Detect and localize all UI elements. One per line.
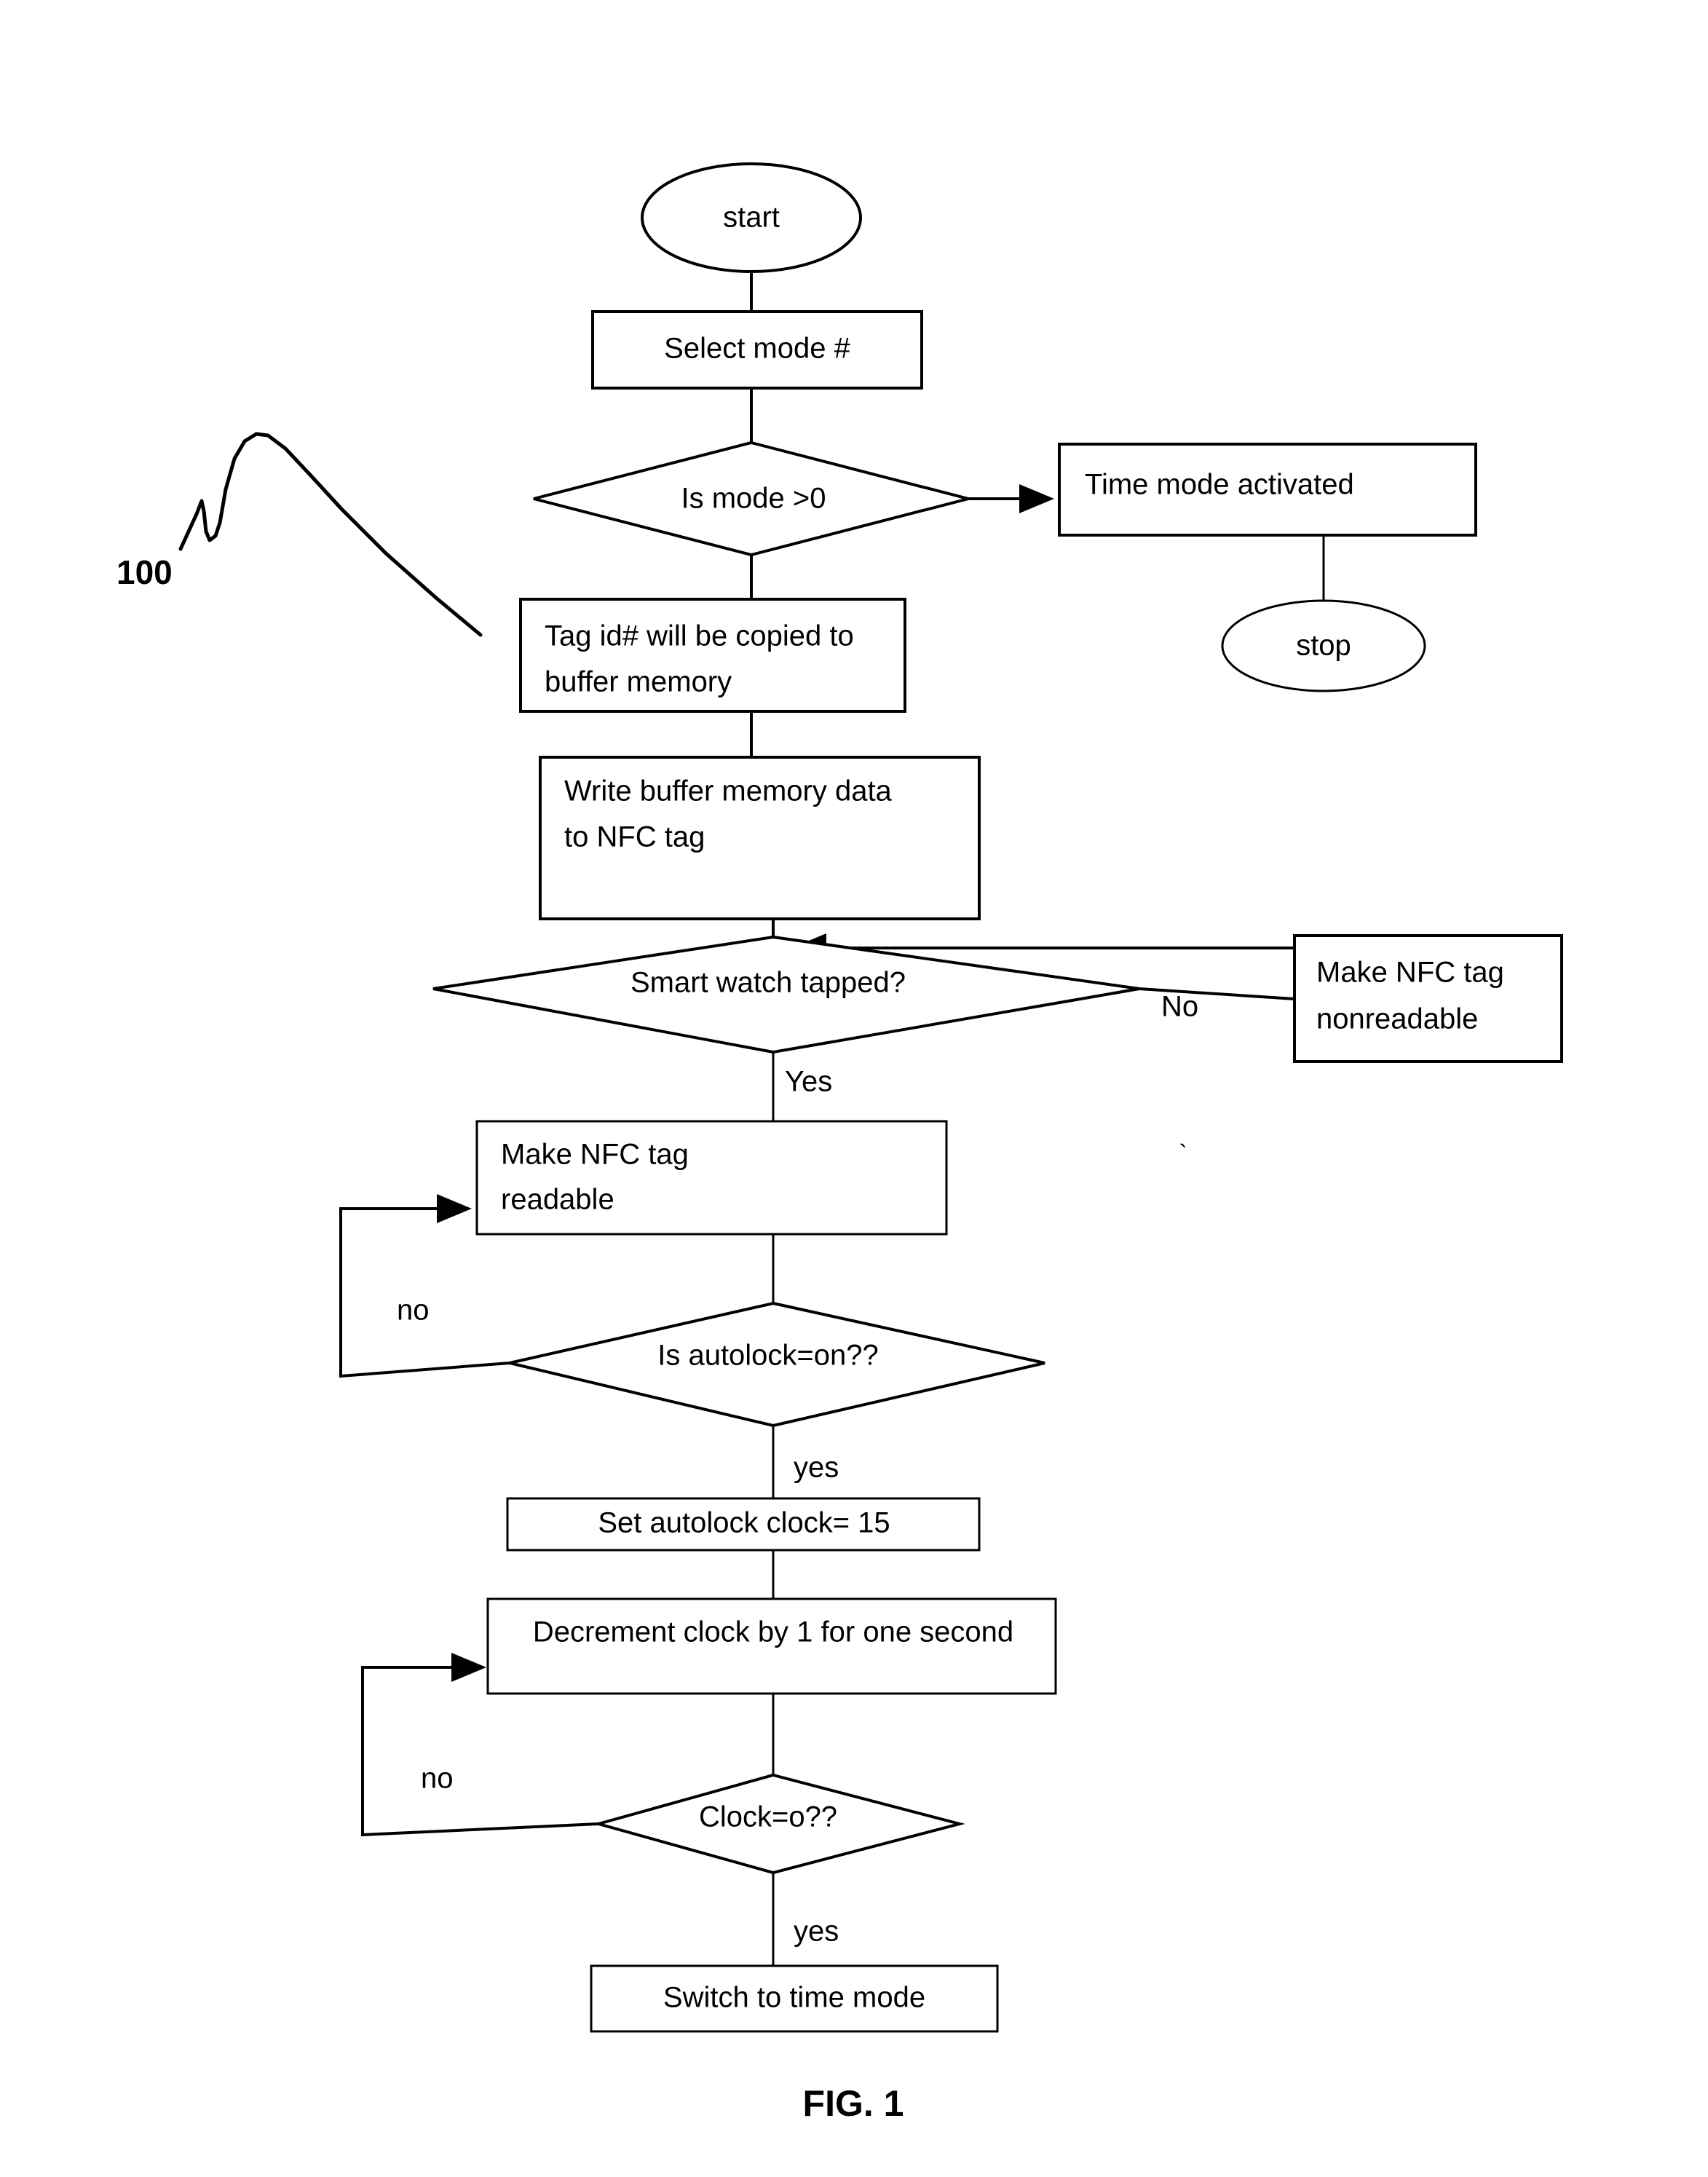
edge-label-smart-watch-no: No (1161, 991, 1198, 1023)
node-clock-zero-label: Clock=o?? (699, 1801, 837, 1833)
node-tag-copy-label-line2: buffer memory (545, 666, 732, 698)
edge-label-autolock-yes: yes (794, 1452, 839, 1484)
node-decrement-clock-label: Decrement clock by 1 for one second (533, 1616, 1013, 1648)
edge-label-autolock-no: no (397, 1295, 430, 1327)
node-make-nonreadable-label-line1: Make NFC tag (1316, 957, 1504, 989)
reference-number-100: 100 (116, 553, 173, 591)
node-write-buffer-label-line1: Write buffer memory data (564, 775, 893, 807)
node-is-autolock-label: Is autolock=on?? (657, 1340, 879, 1372)
node-start-label: start (723, 202, 780, 234)
node-make-nonreadable-label-line2: nonreadable (1316, 1003, 1478, 1035)
node-make-readable-label-line1: Make NFC tag (501, 1139, 689, 1171)
edge-label-smart-watch-yes: Yes (785, 1066, 832, 1098)
edge-label-clock-no: no (421, 1763, 454, 1795)
stray-tick-mark: ` (1179, 1140, 1187, 1168)
node-make-readable-label-line2: readable (501, 1184, 614, 1216)
node-switch-time-mode-label: Switch to time mode (663, 1982, 925, 2014)
node-write-buffer-label-line2: to NFC tag (564, 821, 705, 853)
edge-label-clock-yes: yes (794, 1916, 839, 1948)
node-stop-label: stop (1296, 630, 1351, 662)
flowchart-canvas: start Select mode # Is mode >0 Time mode… (116, 162, 1563, 2124)
node-make-nonreadable-shape[interactable] (1293, 934, 1563, 1063)
figure-caption: FIG. 1 (803, 2083, 904, 2124)
node-set-autolock-clock-label: Set autolock clock= 15 (598, 1507, 890, 1539)
node-smart-watch-label: Smart watch tapped? (630, 967, 906, 999)
node-is-mode-label: Is mode >0 (681, 483, 826, 515)
node-tag-copy-label-line1: Tag id# will be copied to (545, 620, 854, 652)
reference-leader-line (178, 432, 483, 637)
figure-container: start Select mode # Is mode >0 Time mode… (0, 0, 1708, 2177)
node-time-mode-activated-label: Time mode activated (1085, 469, 1354, 501)
node-select-mode-label: Select mode # (664, 333, 850, 365)
